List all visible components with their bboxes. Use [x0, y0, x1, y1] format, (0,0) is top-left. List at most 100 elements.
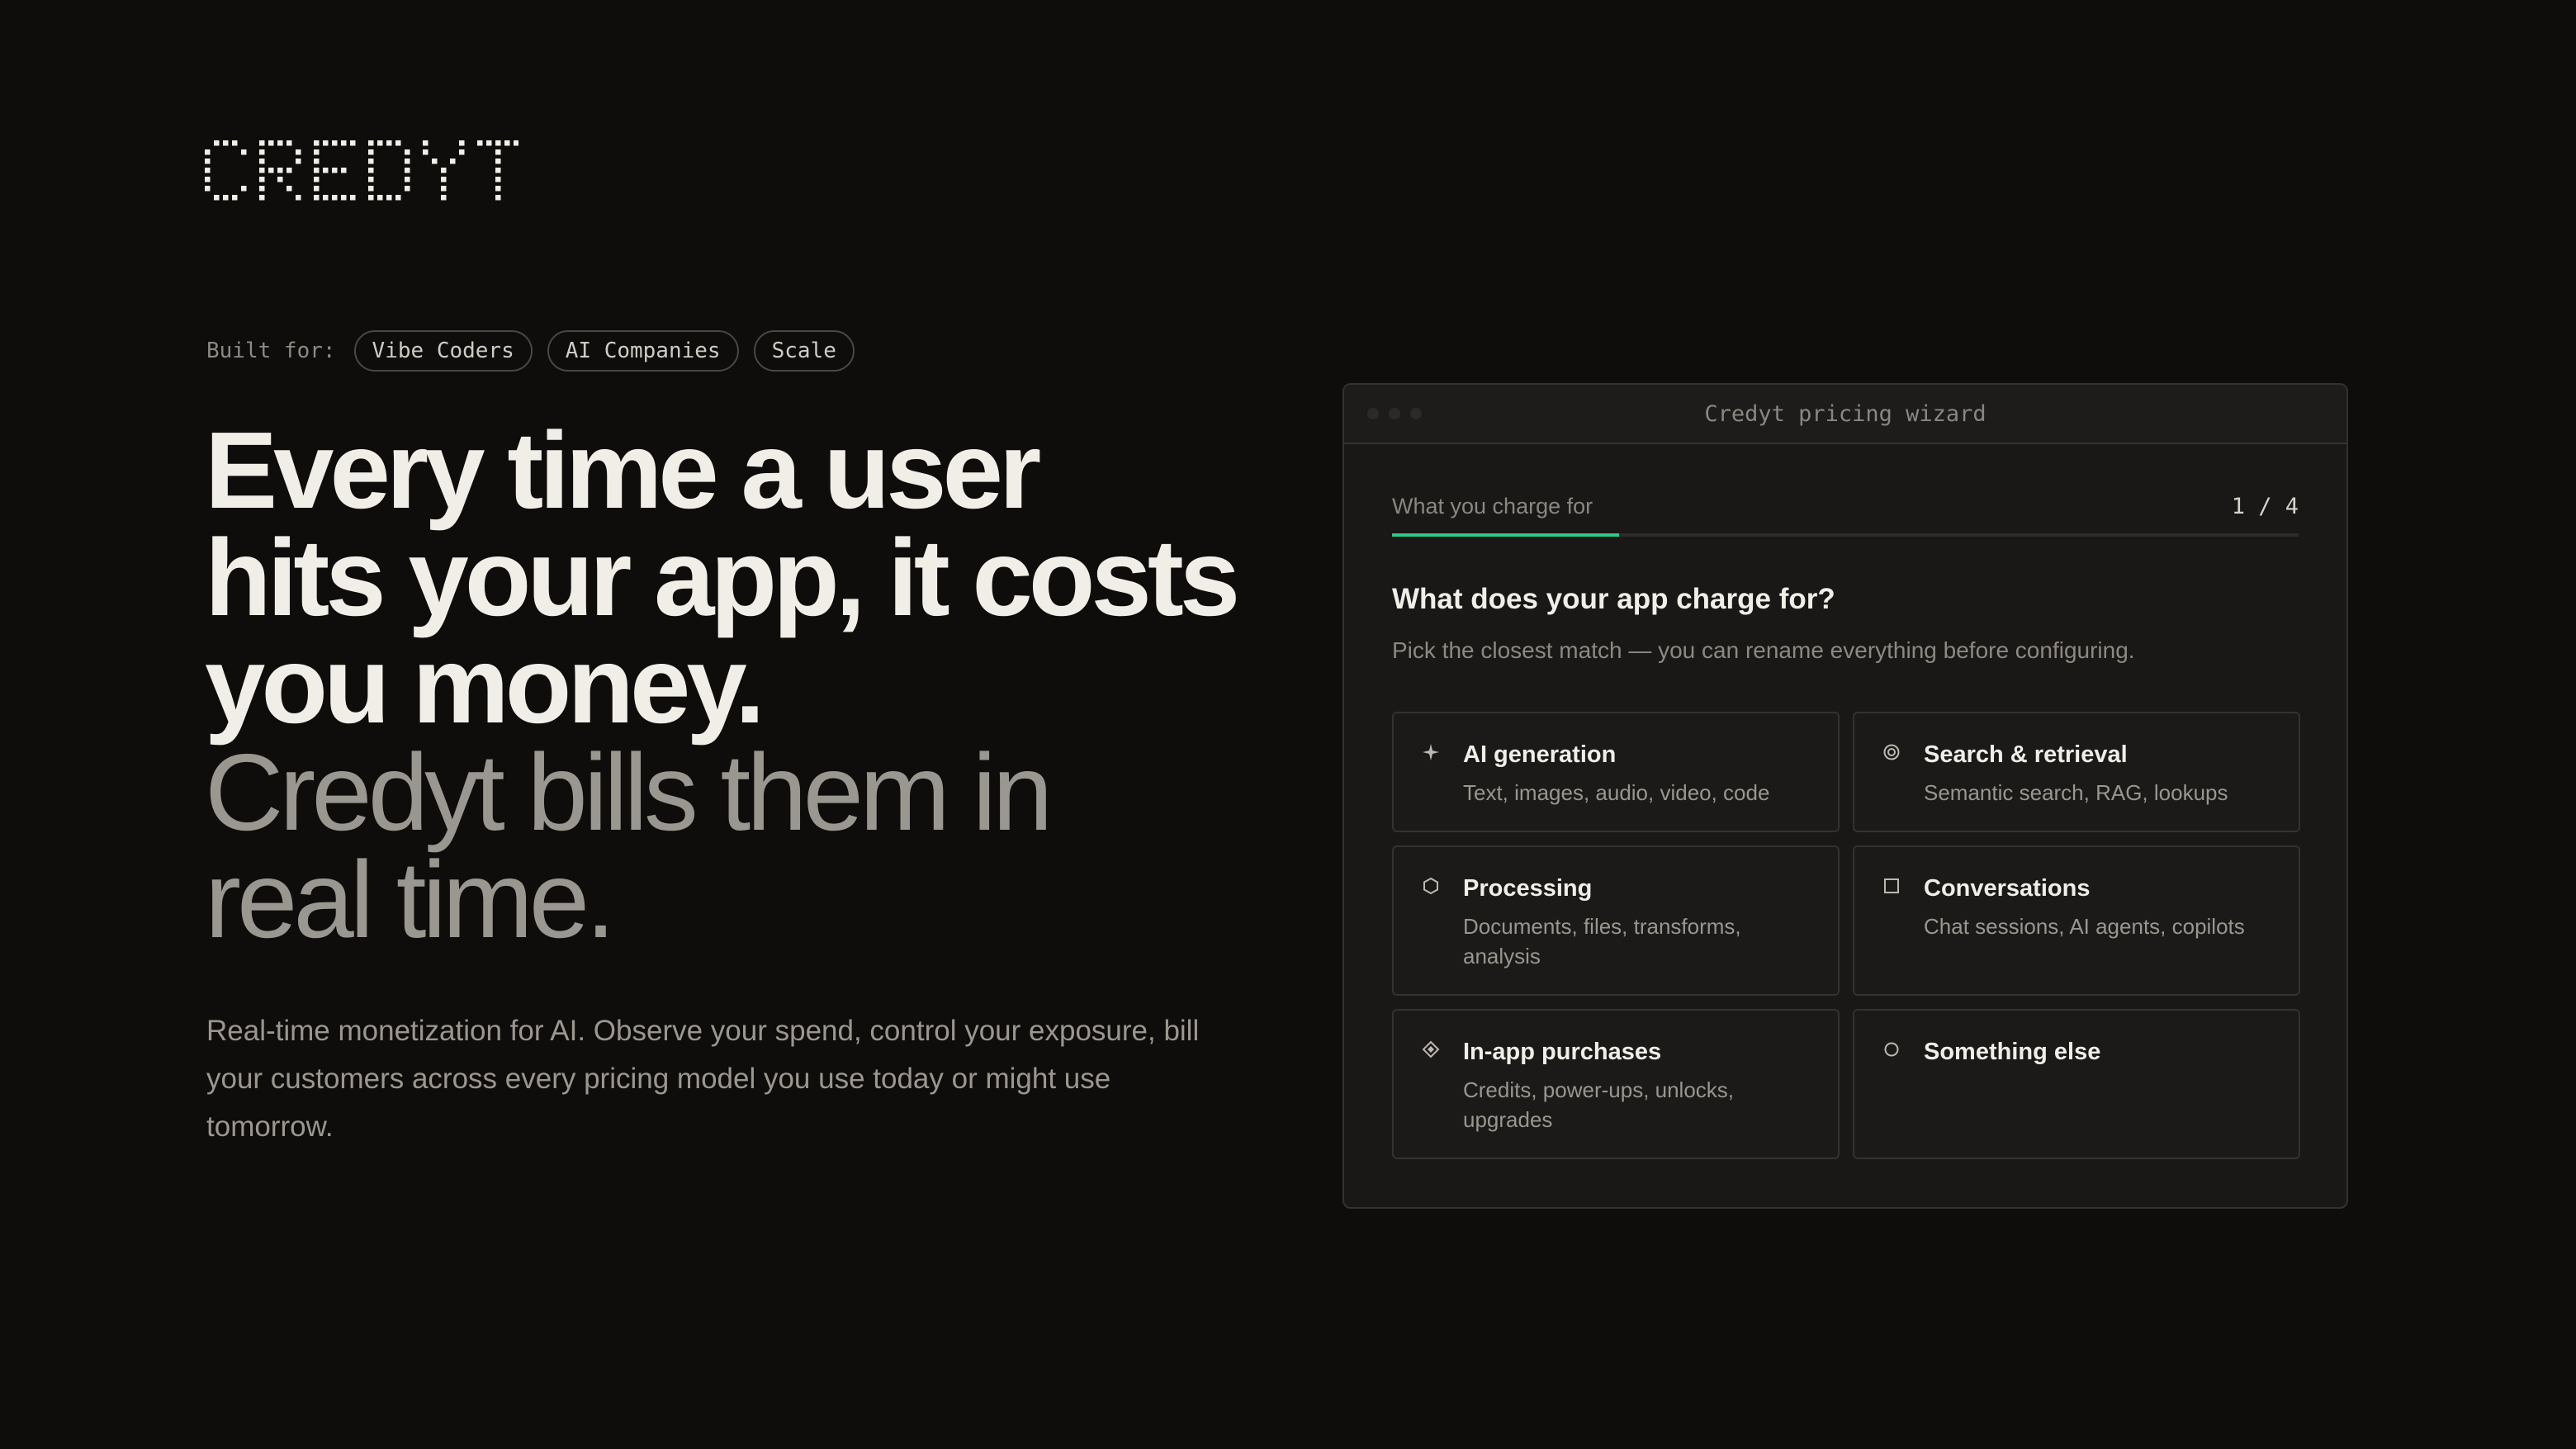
logo-dot [423, 140, 429, 146]
logo-dot [268, 168, 274, 173]
logo-dot [495, 168, 501, 173]
logo-dot [314, 186, 320, 192]
progress-fill [1392, 533, 1619, 537]
logo-dot [368, 149, 374, 155]
wizard-hint: Pick the closest match — you can rename … [1392, 637, 2135, 663]
logo-letter [205, 140, 247, 201]
target-icon [1883, 744, 1900, 760]
logo-dot [277, 177, 283, 182]
logo-dot [205, 168, 211, 173]
logo-dot [350, 140, 356, 146]
option-description: Documents, files, transforms, analysis [1463, 914, 1741, 968]
headline-line-2: hits your app, it costs [205, 517, 1240, 638]
logo-dot [386, 140, 392, 146]
option-in-app-purchases[interactable]: In-app purchases Credits, power-ups, unl… [1392, 1009, 1840, 1159]
logo-dot [459, 149, 465, 155]
logo-dot [495, 186, 501, 192]
window-controls [1367, 408, 1422, 419]
window-dot [1367, 408, 1379, 419]
headline-line-1: Every time a user [205, 410, 1041, 531]
logo-dot [314, 149, 320, 155]
chip-vibe-coders[interactable]: Vibe Coders [353, 330, 533, 372]
option-something-else[interactable]: Something else [1853, 1009, 2300, 1159]
logo-dot [368, 177, 374, 182]
logo-dot [214, 140, 220, 146]
logo-letter [368, 140, 410, 201]
logo-dot [259, 186, 265, 192]
logo-dot [205, 149, 211, 155]
logo-dot [405, 149, 410, 155]
logo-dot [495, 149, 501, 155]
option-ai-generation[interactable]: AI generation Text, images, audio, video… [1392, 712, 1840, 832]
logo-dot [296, 149, 301, 155]
hexagon-icon [1423, 877, 1438, 895]
logo-dot [205, 177, 211, 182]
logo-dot [441, 177, 447, 182]
option-search-retrieval[interactable]: Search & retrieval Semantic search, RAG,… [1853, 712, 2300, 832]
logo-dot [423, 149, 429, 155]
logo-dot [405, 177, 410, 182]
credyt-logo[interactable] [205, 140, 519, 205]
diamond-icon [1422, 1040, 1440, 1058]
logo-dot [268, 140, 274, 146]
logo-dot [314, 168, 320, 173]
logo-dot [323, 140, 329, 146]
logo-dot [232, 140, 238, 146]
logo-letter [314, 140, 356, 201]
window-dot [1389, 408, 1400, 419]
logo-dot [314, 140, 320, 146]
logo-dot [241, 149, 247, 155]
square-icon [1884, 878, 1899, 893]
option-description: Semantic search, RAG, lookups [1924, 780, 2228, 805]
circle-icon [1884, 1042, 1899, 1057]
option-conversations[interactable]: Conversations Chat sessions, AI agents, … [1853, 845, 2300, 996]
sparkle-icon [1423, 744, 1439, 760]
logo-dot [395, 140, 401, 146]
wizard-title: Credyt pricing wizard [1704, 400, 1986, 427]
logo-dot [241, 186, 247, 192]
hero-description: Real-time monetization for AI. Observe y… [206, 1015, 1200, 1143]
pricing-wizard: Credyt pricing wizard What you charge fo… [1342, 383, 2348, 1209]
logo-dot [432, 159, 438, 164]
logo-dot [486, 140, 492, 146]
window-dot [1410, 408, 1422, 419]
logo-dot [214, 195, 220, 201]
chip-scale[interactable]: Scale [753, 330, 855, 372]
logo-dot [441, 168, 447, 173]
logo-dot [332, 140, 338, 146]
logo-dot [223, 140, 229, 146]
option-processing[interactable]: Processing Documents, files, transforms,… [1392, 845, 1840, 996]
logo-dot [368, 140, 374, 146]
step-counter: 1 / 4 [2231, 493, 2299, 519]
logo-dot [368, 186, 374, 192]
built-for-row: Built for: Vibe Coders AI Companies Scal… [206, 330, 855, 372]
headline-line-3: you money. [205, 624, 765, 746]
logo-wordmark [205, 140, 519, 201]
logo-dot [323, 195, 329, 201]
option-description: Credits, power-ups, unlocks, upgrades [1463, 1077, 1735, 1132]
option-title: In-app purchases [1463, 1039, 1662, 1065]
logo-dot [405, 159, 410, 164]
step-row: What you charge for 1 / 4 [1392, 492, 2299, 520]
logo-dot [314, 159, 320, 164]
logo-dot [477, 140, 483, 146]
logo-dot [296, 159, 301, 164]
option-title: Something else [1924, 1039, 2101, 1065]
logo-dot [368, 168, 374, 173]
logo-dot [368, 159, 374, 164]
logo-dot [223, 195, 229, 201]
logo-letter [477, 140, 519, 201]
progress-bar [1392, 533, 2299, 537]
logo-dot [450, 159, 456, 164]
option-description: Text, images, audio, video, code [1463, 780, 1770, 805]
option-title: AI generation [1463, 741, 1617, 768]
logo-dot [259, 140, 265, 146]
logo-dot [259, 177, 265, 182]
headline-subline-1: Credyt bills them in [205, 732, 1053, 853]
chip-ai-companies[interactable]: AI Companies [547, 330, 739, 372]
logo-dot [459, 140, 465, 146]
logo-dot [395, 195, 401, 201]
logo-dot [341, 140, 347, 146]
logo-dot [405, 168, 410, 173]
logo-dot [514, 140, 519, 146]
